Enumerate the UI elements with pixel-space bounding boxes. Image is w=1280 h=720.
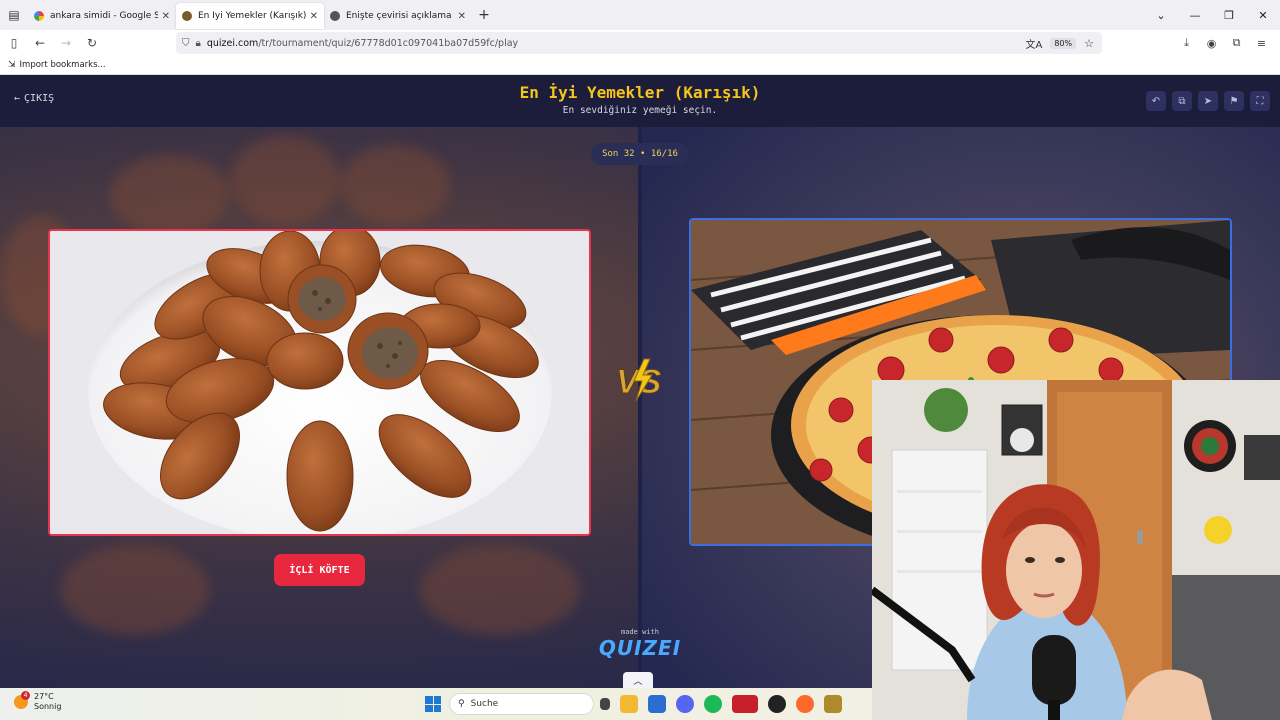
chevron-down-icon[interactable]: ⌄ <box>1144 9 1178 22</box>
close-window-icon[interactable]: ✕ <box>1246 9 1280 22</box>
background-blur <box>340 145 450 225</box>
spotify-icon[interactable] <box>704 695 722 713</box>
page-subtitle: En sevdiğiniz yemeği seçin. <box>562 105 718 116</box>
weather-widget[interactable]: 4 27°C Sonnig <box>14 691 62 712</box>
quizei-logo[interactable]: QUIZEI <box>590 636 690 660</box>
sun-icon: 4 <box>14 691 30 709</box>
share-icon[interactable]: ⧉ <box>1172 91 1192 111</box>
discord-icon[interactable] <box>676 695 694 713</box>
close-tab-icon[interactable]: ✕ <box>162 11 170 22</box>
webcam-feed-image <box>872 380 1280 720</box>
taskbar-apps <box>600 695 842 713</box>
back-icon[interactable]: ← <box>28 31 52 55</box>
app-icon[interactable] <box>732 695 758 713</box>
background-blur <box>420 545 580 635</box>
tab-title: ankara simidi - Google Search <box>50 11 158 21</box>
round-indicator: Son 32 • 16/16 <box>591 143 689 165</box>
vs-lightning-icon: VS <box>616 358 662 402</box>
import-bookmarks-link[interactable]: Import bookmarks... <box>20 60 106 70</box>
search-placeholder: Suche <box>470 699 499 709</box>
extensions-icon[interactable]: ⧉ <box>1224 36 1249 50</box>
new-tab-icon[interactable]: + <box>472 7 496 23</box>
bookmarks-bar: ⇲ Import bookmarks... <box>0 56 1280 75</box>
temperature: 27°C <box>34 692 54 701</box>
tab-quizei[interactable]: En İyi Yemekler (Karışık) - Quizei ✕ <box>176 3 324 29</box>
background-blur <box>230 135 340 225</box>
forward-icon[interactable]: → <box>54 31 78 55</box>
background-blur <box>60 545 210 635</box>
account-icon[interactable]: ◉ <box>1199 37 1224 50</box>
address-bar[interactable]: ⛉ 🔒︎ quizei.com/tr/tournament/quiz/67778… <box>176 32 1102 54</box>
zoom-level[interactable]: 80% <box>1050 37 1077 49</box>
firefox-icon[interactable] <box>796 695 814 713</box>
reload-icon[interactable]: ↻ <box>80 31 104 55</box>
game-icon[interactable] <box>824 695 842 713</box>
translate-icon[interactable]: 文A <box>1026 36 1043 51</box>
tab-translate[interactable]: Enişte çevirisi açıklama ✕ <box>324 3 472 29</box>
browser-nav-bar: ▯ ← → ↻ ⛉ 🔒︎ quizei.com/tr/tournament/qu… <box>0 30 1280 56</box>
tab-title: Enişte çevirisi açıklama <box>346 11 452 21</box>
close-tab-icon[interactable]: ✕ <box>310 11 318 22</box>
weather-description: Sonnig <box>34 702 62 711</box>
media-icon[interactable] <box>768 695 786 713</box>
tab-google-search[interactable]: ankara simidi - Google Search ✕ <box>28 3 176 29</box>
close-tab-icon[interactable]: ✕ <box>458 11 466 22</box>
import-icon: ⇲ <box>8 60 16 70</box>
quiz-header: ← ÇIKIŞ En İyi Yemekler (Karışık) En sev… <box>0 75 1280 127</box>
left-choice-button[interactable]: İÇLİ KÖFTE <box>274 554 365 586</box>
page-title: En İyi Yemekler (Karışık) <box>519 83 761 102</box>
webcam-overlay <box>872 380 1280 720</box>
bookmark-star-icon[interactable]: ☆ <box>1084 37 1094 50</box>
url-host: quizei.com <box>206 37 259 49</box>
file-explorer-icon[interactable] <box>620 695 638 713</box>
flag-icon[interactable]: ⚑ <box>1224 91 1244 111</box>
fullscreen-icon[interactable]: ⛶ <box>1250 91 1270 111</box>
taskbar-search[interactable]: ⚲ Suche <box>449 693 594 715</box>
toolbar-right: ⤓ ◉ ⧉ ≡ <box>1174 30 1274 56</box>
sidebar-toggle-icon[interactable]: ▯ <box>2 31 26 55</box>
windows-start-icon[interactable] <box>425 696 441 712</box>
tab-title: En İyi Yemekler (Karışık) - Quizei <box>198 11 306 21</box>
restore-icon[interactable]: ❐ <box>1212 9 1246 22</box>
store-icon[interactable] <box>648 695 666 713</box>
google-favicon-icon <box>34 11 44 21</box>
icli-kofte-image <box>50 231 589 534</box>
background-blur <box>110 155 230 235</box>
chevron-up-icon[interactable]: ︿ <box>623 672 653 688</box>
lock-icon: 🔒︎ <box>195 37 201 49</box>
center-divider <box>638 127 642 688</box>
minimize-icon[interactable]: — <box>1178 9 1212 22</box>
made-with-label: made with <box>621 628 659 636</box>
tab-list-icon[interactable]: ▤ <box>0 0 28 30</box>
url-path: /tr/tournament/quiz/67778d01c097041ba07d… <box>258 37 519 49</box>
shield-icon: ⛉ <box>182 37 190 49</box>
search-icon: ⚲ <box>458 699 465 709</box>
send-icon[interactable]: ➤ <box>1198 91 1218 111</box>
quizei-favicon-icon <box>182 11 192 21</box>
left-choice-card[interactable] <box>48 229 591 536</box>
browser-tab-bar: ▤ ankara simidi - Google Search ✕ En İyi… <box>0 0 1280 30</box>
window-controls: ⌄ — ❐ ✕ <box>1144 0 1280 30</box>
notification-badge: 4 <box>21 691 30 700</box>
translate-favicon-icon <box>330 11 340 21</box>
download-icon[interactable]: ⤓ <box>1174 36 1199 50</box>
undo-icon[interactable]: ↶ <box>1146 91 1166 111</box>
header-actions: ↶ ⧉ ➤ ⚑ ⛶ <box>1146 91 1270 111</box>
menu-icon[interactable]: ≡ <box>1249 37 1274 50</box>
task-view-icon[interactable] <box>600 698 610 710</box>
